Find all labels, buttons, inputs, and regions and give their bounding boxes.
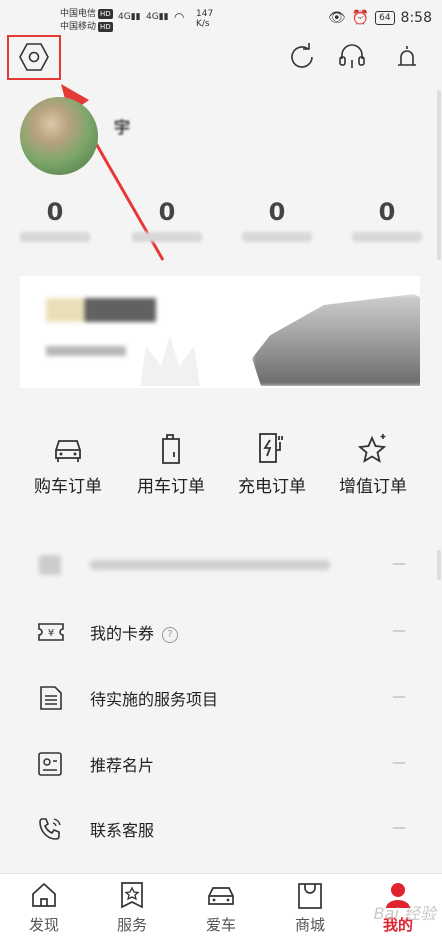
tab-mall[interactable]: 商城 xyxy=(266,874,354,941)
crown-watermark xyxy=(140,336,200,386)
blurred-text xyxy=(90,560,330,570)
menu-item-coupons[interactable]: ¥ 我的卡券? — xyxy=(0,599,442,664)
hd-badge: HD xyxy=(98,9,113,19)
car-icon xyxy=(208,887,234,905)
arrow-icon: — xyxy=(392,623,406,639)
stat-value: 0 xyxy=(378,198,396,226)
stat-label-blurred xyxy=(132,232,202,242)
menu-item-referral-card[interactable]: 推荐名片 — xyxy=(0,731,442,796)
home-icon xyxy=(32,882,56,907)
oil-can-icon xyxy=(162,434,180,464)
service-list-icon xyxy=(40,686,62,710)
menu-label: 联系客服 xyxy=(90,821,155,840)
stat-item[interactable]: 0 xyxy=(227,198,327,242)
network-type: 4G xyxy=(118,12,131,22)
car-image xyxy=(252,294,420,386)
stat-value: 0 xyxy=(46,198,64,226)
stat-item[interactable]: 0 xyxy=(5,198,105,242)
service-icon xyxy=(121,882,143,909)
banner-title-blurred xyxy=(46,298,156,322)
watermark: Bai 经验 xyxy=(373,904,436,923)
help-icon[interactable]: ? xyxy=(162,627,179,643)
order-label: 充电订单 xyxy=(238,477,306,497)
carrier-1: 中国电信 xyxy=(60,9,97,19)
tab-discover[interactable]: 发现 xyxy=(0,874,88,941)
avatar[interactable] xyxy=(20,97,98,175)
bag-icon xyxy=(298,883,322,909)
arrow-icon: — xyxy=(392,689,406,705)
network-speed: 147 K/s xyxy=(196,9,213,29)
stats-row: 0 0 0 0 xyxy=(0,198,442,258)
menu-label: 推荐名片 xyxy=(90,756,155,775)
menu-item-customer-service[interactable]: 联系客服 — xyxy=(0,796,442,861)
tab-label: 服务 xyxy=(116,916,147,934)
settings-icon[interactable] xyxy=(17,40,51,74)
svg-text:¥: ¥ xyxy=(48,628,54,639)
tab-my-car[interactable]: 爱车 xyxy=(177,874,265,941)
menu-label: 待实施的服务项目 xyxy=(90,690,219,709)
stat-item[interactable]: 0 xyxy=(337,198,437,242)
tab-label: 发现 xyxy=(28,916,59,934)
phone-icon xyxy=(39,818,61,840)
signal-icon: 4G▮▮ xyxy=(146,12,169,22)
status-bar: 中国电信 HD 中国移动 HD 4G▮▮ 4G▮▮ ◠ 147 K/s 👁 ⏰ 64… xyxy=(0,0,442,40)
menu-label: 我的卡券? xyxy=(90,620,179,644)
signal-icon: 4G▮▮ xyxy=(118,12,141,22)
stat-value: 0 xyxy=(268,198,286,226)
stat-label-blurred xyxy=(352,232,422,242)
coupon-icon: ¥ xyxy=(38,623,64,641)
tab-label: 商城 xyxy=(294,916,325,934)
menu-item-blurred[interactable]: — xyxy=(0,532,442,597)
order-purchase[interactable]: 购车订单 xyxy=(18,430,118,497)
orders-row: 购车订单 用车订单 充电订单 增值订单 xyxy=(0,430,442,500)
stat-label-blurred xyxy=(20,232,90,242)
blurred-icon xyxy=(39,555,61,575)
battery-icon: 64 xyxy=(375,11,395,25)
scrollbar[interactable] xyxy=(437,90,441,260)
order-charging[interactable]: 充电订单 xyxy=(222,430,322,497)
alarm-icon: ⏰ xyxy=(351,10,370,26)
car-icon xyxy=(55,440,81,462)
arrow-icon: — xyxy=(392,820,406,836)
order-label: 用车订单 xyxy=(137,477,205,497)
order-label: 购车订单 xyxy=(34,477,102,497)
order-label: 增值订单 xyxy=(339,477,407,497)
arrow-icon: — xyxy=(392,755,406,771)
arrow-icon: — xyxy=(392,556,406,572)
charging-icon xyxy=(259,433,283,463)
clock-time: 8:58 xyxy=(400,10,432,26)
wifi-icon: ◠ xyxy=(174,10,185,24)
scrollbar-thumb[interactable] xyxy=(437,550,441,580)
speed-unit: K/s xyxy=(196,19,210,29)
stat-item[interactable]: 0 xyxy=(117,198,217,242)
refresh-icon[interactable] xyxy=(285,40,319,74)
order-value-added[interactable]: 增值订单 xyxy=(323,430,423,497)
tab-service[interactable]: 服务 xyxy=(88,874,176,941)
coupons-label: 我的卡券 xyxy=(90,624,155,643)
stat-label-blurred xyxy=(242,232,312,242)
speed-value: 147 xyxy=(196,9,214,19)
eye-icon: 👁 xyxy=(327,10,346,26)
stat-value: 0 xyxy=(158,198,176,226)
order-usage[interactable]: 用车订单 xyxy=(121,430,221,497)
hd-badge: HD xyxy=(98,22,113,32)
promo-banner[interactable] xyxy=(20,276,420,388)
tab-label: 爱车 xyxy=(205,916,236,934)
username[interactable]: 宇 xyxy=(114,114,130,138)
menu-item-pending-services[interactable]: 待实施的服务项目 — xyxy=(0,665,442,730)
headset-icon[interactable] xyxy=(335,40,369,74)
bell-icon[interactable] xyxy=(390,40,424,74)
star-icon xyxy=(357,434,387,463)
carrier-2: 中国移动 xyxy=(60,22,97,32)
banner-subtitle-blurred xyxy=(46,346,126,356)
network-type: 4G xyxy=(146,12,159,22)
carrier-info: 中国电信 HD 中国移动 HD xyxy=(60,8,113,34)
card-icon xyxy=(38,752,62,776)
